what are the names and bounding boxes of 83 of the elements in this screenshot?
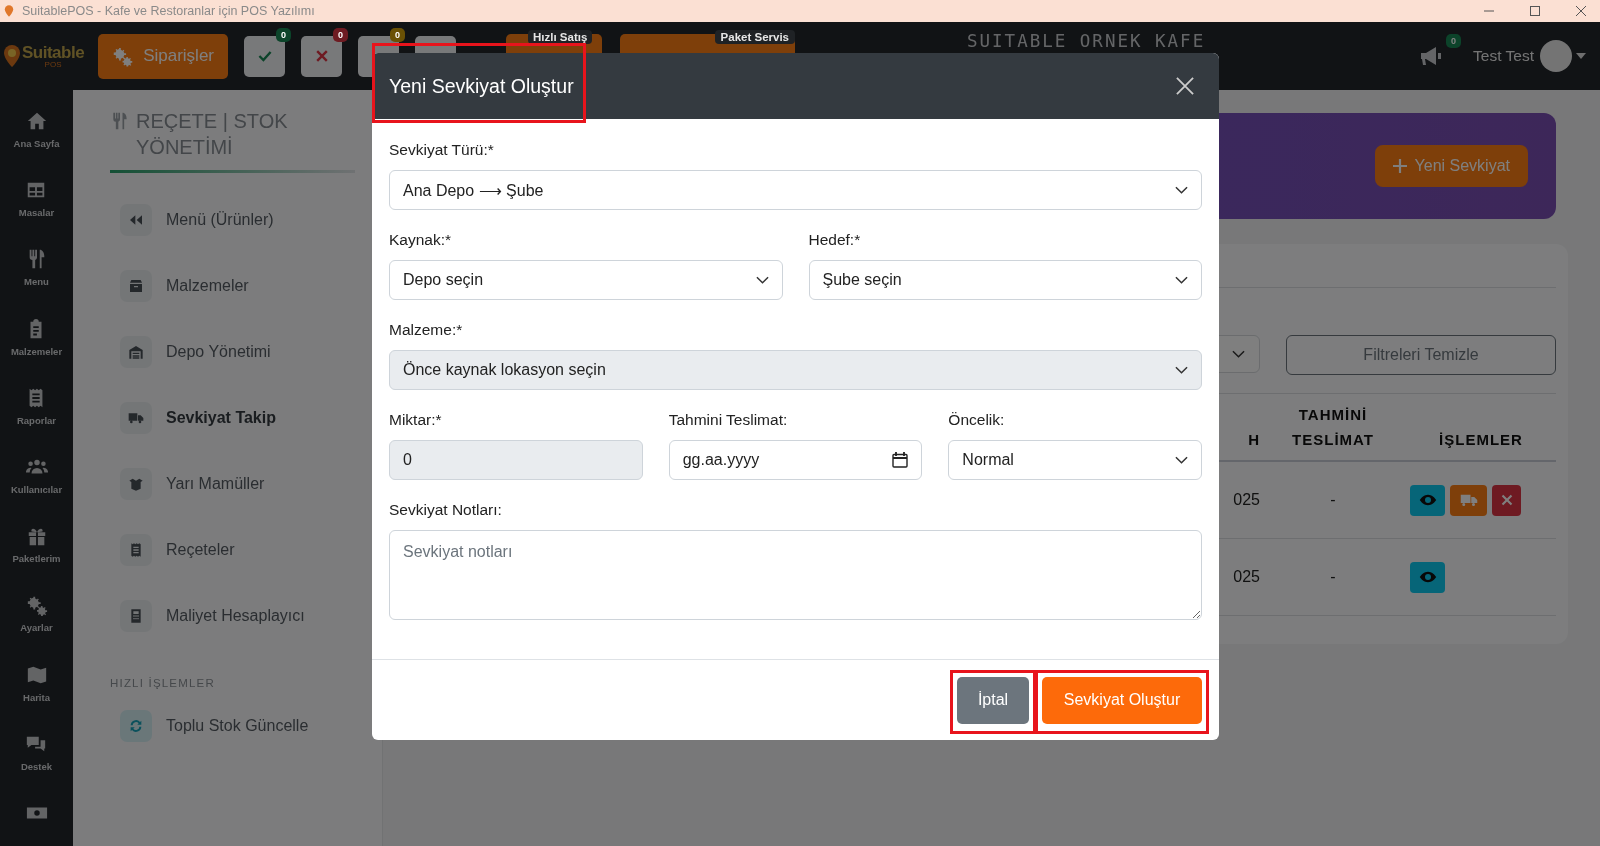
field-label: Sevkiyat Türü:*	[389, 141, 495, 159]
menu-item[interactable]: Depo Yönetimi	[120, 319, 354, 385]
nav-label[interactable]: Masalar	[18, 207, 55, 219]
refresh-icon	[128, 718, 144, 734]
table-cell-text: -	[1329, 568, 1337, 586]
button-label: Hızlı Satış	[528, 29, 593, 44]
chevron-icon	[1175, 456, 1188, 464]
check-icon	[256, 48, 273, 64]
close-icon[interactable]	[1576, 6, 1586, 16]
table-cell: 025	[1233, 491, 1260, 509]
view-button[interactable]	[1410, 484, 1445, 516]
field-label: Öncelik:	[948, 411, 1006, 429]
count-badge: 0	[276, 27, 291, 42]
table-cell: 025	[1233, 568, 1260, 586]
venue-name: SUITABLE ORNEK KAFE	[967, 31, 1206, 51]
menu-item[interactable]: Yarı Mamüller	[120, 451, 354, 517]
plus-icon	[1392, 159, 1407, 173]
table-cell-text: -	[1329, 491, 1337, 509]
count-badge: 0	[333, 27, 348, 42]
window-title: SuitablePOS - Kafe ve Restoranlar için POS Yazılımı	[22, 4, 315, 18]
chevron-icon	[1175, 276, 1188, 284]
caret-icon[interactable]	[1576, 53, 1586, 59]
chevron-icon	[755, 276, 769, 284]
section-title: REÇETE | STOK YÖNETİMİ	[136, 109, 289, 160]
clear-filters-button[interactable]: Filtreleri Temizle	[1286, 335, 1556, 375]
cancel-button[interactable]: İptal	[957, 676, 1029, 724]
field-label: Hedef:*	[808, 231, 862, 249]
select-field[interactable]: Normal	[948, 440, 1202, 480]
nav-label[interactable]: Harita	[23, 691, 50, 703]
nav-label[interactable]: Paketlerim	[12, 553, 61, 565]
create-button[interactable]: Sevkiyat Oluştur	[1042, 676, 1202, 724]
field-label: Miktar:*	[389, 411, 443, 429]
menu-item[interactable]: Menü (Ürünler)	[120, 187, 354, 253]
nav-label[interactable]: Destek	[20, 760, 53, 772]
count-badge: 0	[1446, 34, 1462, 48]
menu-item[interactable]: Reçeteler	[120, 517, 354, 583]
logo[interactable]: Suitable POS	[4, 43, 92, 69]
chevron-icon	[1175, 366, 1188, 374]
column-header: İŞLEMLER	[1438, 430, 1524, 450]
field-label: Tahmini Teslimat:	[668, 411, 789, 429]
button-label: Paket Servis	[714, 29, 795, 44]
menu-item[interactable]: Toplu Stok Güncelle	[120, 693, 354, 759]
view-button[interactable]	[1410, 561, 1445, 593]
receipt-icon	[128, 542, 144, 558]
nav-label[interactable]: Kullanıcılar	[10, 483, 63, 495]
chevron-icon	[1175, 186, 1188, 194]
column-header: TAHMİNİ TESLİMAT	[1291, 405, 1375, 450]
app-icon	[4, 4, 14, 18]
nav-label[interactable]: Malzemeler	[10, 345, 63, 357]
nav-label[interactable]: Raporlar	[16, 414, 57, 426]
nav-label[interactable]: Ana Sayfa	[13, 138, 60, 149]
field-label: Malzeme:*	[389, 321, 464, 339]
utensils-icon	[110, 110, 130, 132]
home-icon[interactable]	[25, 110, 48, 132]
new-shipment-button[interactable]: Yeni Sevkiyat	[1374, 145, 1528, 187]
column-header: H	[1248, 430, 1260, 450]
field-label: Sevkiyat Notları:	[389, 501, 503, 519]
menu-item[interactable]: Maliyet Hesaplayıcı	[120, 583, 354, 649]
megaphone-icon[interactable]	[1419, 44, 1444, 68]
select-field[interactable]: Ana Depo ⟶ Şube	[389, 170, 1202, 210]
orders-button[interactable]: Siparişler	[98, 33, 228, 79]
avatar[interactable]	[1540, 40, 1572, 72]
warehouse-icon	[128, 344, 144, 360]
menu-item[interactable]: Sevkiyat Takip	[120, 385, 354, 451]
field-label: Kaynak:*	[389, 231, 453, 249]
select-field[interactable]: Depo seçin	[389, 260, 783, 300]
ship-button[interactable]	[1450, 484, 1487, 516]
nav-label[interactable]: Menu	[24, 276, 49, 288]
nav-label[interactable]: Ayarlar	[20, 622, 53, 634]
chevron-icon	[1232, 350, 1245, 358]
gears-icon[interactable]	[25, 594, 48, 617]
select-field[interactable]: Şube seçin	[808, 260, 1202, 300]
maximize-icon[interactable]	[1530, 6, 1540, 16]
dialog-title: Yeni Sevkiyat Oluştur	[389, 74, 574, 98]
box-icon	[128, 278, 144, 294]
user-name[interactable]: Test Test	[1473, 47, 1534, 65]
calendar-icon	[892, 452, 909, 468]
menu-item[interactable]: Malzemeler	[120, 253, 354, 319]
date-field[interactable]: gg.aa.yyyy	[668, 440, 923, 480]
cancel-button[interactable]	[1492, 484, 1521, 516]
count-badge: 0	[390, 27, 405, 42]
notes-field[interactable]: Sevkiyat notları	[389, 530, 1202, 620]
truck-icon	[128, 410, 144, 426]
